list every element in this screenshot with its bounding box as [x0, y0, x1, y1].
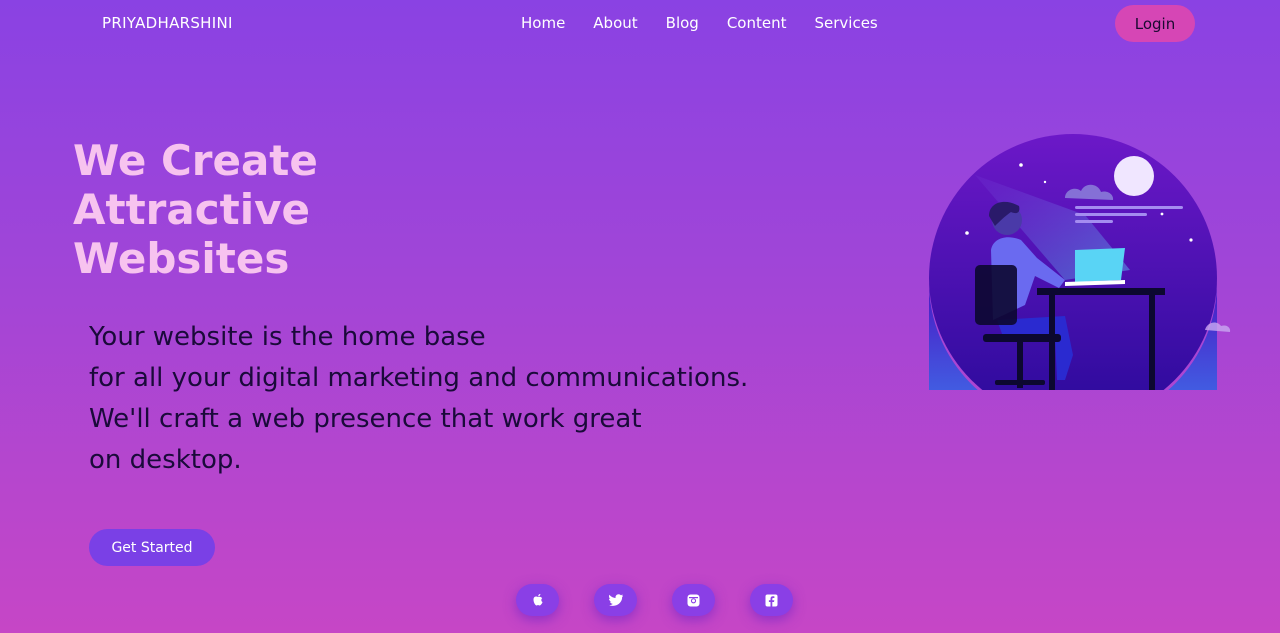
- hero-illustration: [929, 134, 1231, 390]
- hero-description: Your website is the home base for all yo…: [89, 317, 748, 481]
- deco-line: [1075, 213, 1147, 216]
- nav-services[interactable]: Services: [814, 14, 877, 32]
- hero-headline: We Create Attractive Websites: [73, 136, 318, 283]
- desk-top: [1037, 288, 1165, 295]
- social-links: [516, 584, 793, 616]
- nav-about[interactable]: About: [593, 14, 637, 32]
- description-line: on desktop.: [89, 445, 242, 475]
- laptop: [1075, 248, 1125, 282]
- instagram-link[interactable]: [672, 584, 715, 616]
- star: [1043, 180, 1047, 184]
- twitter-icon: [608, 594, 623, 606]
- login-button[interactable]: Login: [1115, 5, 1195, 42]
- nav-blog[interactable]: Blog: [666, 14, 699, 32]
- apple-icon: [533, 593, 542, 606]
- star: [1019, 163, 1023, 167]
- moon: [1114, 156, 1154, 196]
- chair-seat: [983, 334, 1061, 342]
- facebook-link[interactable]: [750, 584, 793, 616]
- headline-line: Websites: [73, 234, 290, 283]
- main-nav: Home About Blog Content Services: [521, 14, 878, 32]
- twitter-link[interactable]: [594, 584, 637, 616]
- star: [965, 231, 969, 235]
- facebook-icon: [765, 594, 778, 606]
- get-started-button[interactable]: Get Started: [89, 529, 215, 566]
- headline-line: We Create: [73, 136, 318, 185]
- deco-line: [1075, 206, 1183, 209]
- description-line: We'll craft a web presence that work gre…: [89, 404, 642, 434]
- headline-line: Attractive: [73, 185, 310, 234]
- chair-back: [975, 265, 1017, 325]
- description-line: for all your digital marketing and commu…: [89, 363, 749, 393]
- brand-logo[interactable]: PRIYADHARSHINI: [102, 14, 233, 32]
- desk-leg: [1149, 295, 1155, 390]
- star: [1160, 212, 1164, 216]
- instagram-icon: [687, 594, 700, 606]
- description-line: Your website is the home base: [89, 322, 486, 352]
- star: [1189, 238, 1193, 242]
- apple-link[interactable]: [516, 584, 559, 616]
- illustration-scene: [929, 134, 1217, 390]
- desk-leg: [1049, 295, 1055, 390]
- nav-home[interactable]: Home: [521, 14, 565, 32]
- chair-base: [995, 380, 1045, 385]
- deco-line: [1075, 220, 1113, 223]
- nav-content[interactable]: Content: [727, 14, 787, 32]
